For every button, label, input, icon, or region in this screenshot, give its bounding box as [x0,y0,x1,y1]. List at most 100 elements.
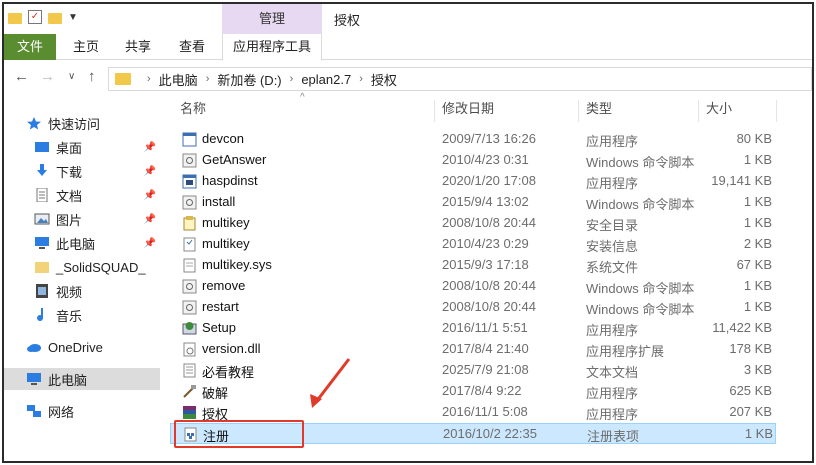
quick-access-toolbar: ✓ ▼ [8,10,78,24]
sidebar-item-label: 此电脑 [56,236,96,252]
column-divider[interactable] [434,100,435,122]
folder-icon[interactable] [8,12,22,24]
file-name: GetAnswer [202,152,267,167]
breadcrumb-separator-icon[interactable]: › [359,73,363,85]
file-type: 安装信息 [586,239,639,254]
pin-icon[interactable]: 📌 [144,238,156,249]
file-type: Windows 命令脚本 [586,302,695,317]
file-type: 注册表项 [587,429,640,444]
column-divider[interactable] [698,100,699,122]
sort-ascending-chevron-icon: ^ [300,92,305,103]
sidebar-item-this-pc-quick[interactable]: 此电脑 📌 [4,232,160,254]
catalog-icon [182,216,197,231]
file-row[interactable]: 必看教程 2025/7/9 21:08 文本文档 3 KB [170,360,776,381]
video-icon [34,284,50,298]
column-header-name[interactable]: 名称 [180,96,206,122]
sidebar-item-pictures[interactable]: 图片 📌 [4,208,160,230]
sidebar-item-quick-access[interactable]: 快速访问 [4,112,160,134]
file-type: Windows 命令脚本 [586,197,695,212]
forward-arrow-icon[interactable]: → [40,68,55,85]
inf-icon [182,237,197,252]
folder-icon [34,260,50,274]
file-row[interactable]: multikey 2010/4/23 0:29 安装信息 2 KB [170,234,776,255]
sidebar-item-label: OneDrive [48,339,103,355]
file-type: Windows 命令脚本 [586,155,695,170]
sidebar-item-downloads[interactable]: 下载 📌 [4,160,160,182]
file-date: 2009/7/13 16:26 [442,131,536,146]
file-name: devcon [202,131,244,146]
sidebar-item-documents[interactable]: 文档 📌 [4,184,160,206]
breadcrumb-eplan[interactable]: eplan2.7 [301,72,351,87]
pin-icon[interactable]: 📌 [144,142,156,153]
sidebar-item-label: 图片 [56,212,83,228]
sidebar-item-label: 桌面 [56,140,83,156]
file-row[interactable]: devcon 2009/7/13 16:26 应用程序 80 KB [170,129,776,150]
tab-application-tools[interactable]: 应用程序工具 [222,34,322,61]
file-list: ^ 名称 修改日期 类型 大小 devcon 2009/7/13 16:26 应… [170,92,812,461]
breadcrumb-separator-icon[interactable]: › [206,73,210,85]
sidebar-item-solidsquad[interactable]: _SolidSQUAD_ [4,256,160,278]
tab-home[interactable]: 主页 [68,34,104,60]
file-row[interactable]: GetAnswer 2010/4/23 0:31 Windows 命令脚本 1 … [170,150,776,171]
file-row[interactable]: version.dll 2017/8/4 21:40 应用程序扩展 178 KB [170,339,776,360]
file-date: 2017/8/4 9:22 [442,383,522,398]
tab-view[interactable]: 查看 [174,34,210,60]
file-name: Setup [202,320,236,335]
file-size: 1 KB [743,299,772,314]
back-arrow-icon[interactable]: ← [14,68,29,85]
sidebar-item-videos[interactable]: 视频 [4,280,160,302]
cloud-icon [26,340,42,354]
file-row[interactable]: Setup 2016/11/1 5:51 应用程序 11,422 KB [170,318,776,339]
file-date: 2008/10/8 20:44 [442,278,536,293]
file-type: 安全目录 [586,218,639,233]
sidebar-item-desktop[interactable]: 桌面 📌 [4,136,160,158]
breadcrumb-current-folder[interactable]: 授权 [371,70,397,89]
breadcrumb-separator-icon[interactable]: › [290,73,294,85]
address-bar[interactable]: › 此电脑 › 新加卷 (D:) › eplan2.7 › 授权 [108,67,812,91]
tab-file[interactable]: 文件 [4,34,56,60]
file-type: 应用程序 [586,386,639,401]
pin-icon[interactable]: 📌 [144,214,156,225]
properties-check-icon[interactable]: ✓ [28,10,42,24]
new-folder-icon[interactable] [48,12,62,24]
recent-locations-chevron-icon[interactable]: ∨ [68,71,75,82]
file-date: 2015/9/3 17:18 [442,257,529,272]
sidebar-item-network[interactable]: 网络 [4,400,160,422]
file-row[interactable]: install 2015/9/4 13:02 Windows 命令脚本 1 KB [170,192,776,213]
file-row[interactable]: haspdinst 2020/1/20 17:08 应用程序 19,141 KB [170,171,776,192]
up-arrow-icon[interactable]: ↑ [88,68,96,85]
breadcrumb-this-pc[interactable]: 此电脑 [159,70,198,89]
file-row[interactable]: restart 2008/10/8 20:44 Windows 命令脚本 1 K… [170,297,776,318]
file-row[interactable]: multikey 2008/10/8 20:44 安全目录 1 KB [170,213,776,234]
breadcrumb-separator-icon[interactable]: › [147,73,151,85]
file-name: 破解 [202,386,229,401]
sidebar-item-this-pc[interactable]: 此电脑 [4,368,160,390]
column-header-type[interactable]: 类型 [586,96,612,122]
column-divider[interactable] [776,100,777,122]
column-header-date[interactable]: 修改日期 [442,96,494,122]
pin-icon[interactable]: 📌 [144,166,156,177]
file-row[interactable]: 破解 2017/8/4 9:22 应用程序 625 KB [170,381,776,402]
file-type: 应用程序 [586,176,639,191]
dll-icon [182,342,197,357]
file-row[interactable]: multikey.sys 2015/9/3 17:18 系统文件 67 KB [170,255,776,276]
file-name: multikey [202,215,250,230]
sidebar-item-onedrive[interactable]: OneDrive [4,336,160,358]
download-icon [34,164,50,178]
pin-icon[interactable]: 📌 [144,190,156,201]
sidebar-item-music[interactable]: 音乐 [4,304,160,326]
tab-share[interactable]: 共享 [120,34,156,60]
sys-icon [182,258,197,273]
exe-icon [182,132,197,147]
file-date: 2025/7/9 21:08 [442,362,529,377]
column-header-size[interactable]: 大小 [706,96,732,122]
text-icon [182,363,197,378]
file-type: 应用程序 [586,407,639,422]
navigation-pane: 快速访问 桌面 📌 下载 📌 文档 📌 图片 📌 此电脑 📌 _SolidSQU… [4,96,160,461]
sidebar-item-label: 网络 [48,404,75,420]
breadcrumb-drive-d[interactable]: 新加卷 (D:) [217,70,281,89]
script-icon [182,300,197,315]
column-divider[interactable] [578,100,579,122]
file-row[interactable]: remove 2008/10/8 20:44 Windows 命令脚本 1 KB [170,276,776,297]
customize-toolbar-chevron-icon[interactable]: ▼ [68,12,78,23]
